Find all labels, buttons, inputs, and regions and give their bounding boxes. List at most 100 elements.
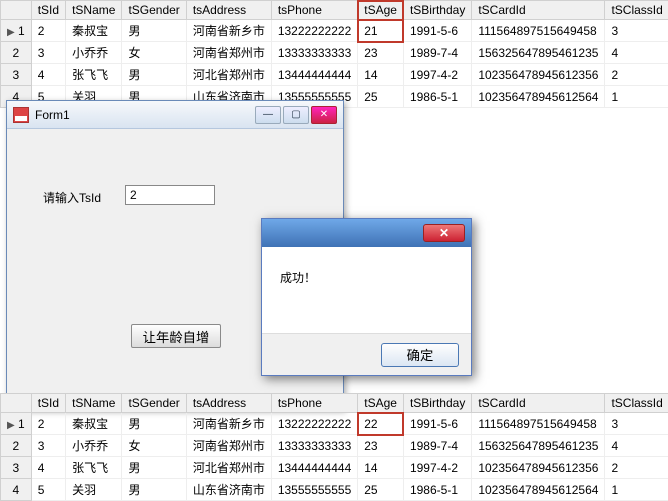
cell[interactable]: 3 bbox=[605, 413, 668, 435]
form1-titlebar[interactable]: Form1 — ▢ ✕ bbox=[7, 101, 343, 129]
cell[interactable]: 河北省郑州市 bbox=[186, 64, 271, 86]
cell[interactable]: 男 bbox=[122, 479, 186, 501]
cell[interactable]: 102356478945612356 bbox=[472, 457, 605, 479]
cell[interactable]: 4 bbox=[31, 457, 65, 479]
message-ok-button[interactable]: 确定 bbox=[381, 343, 459, 367]
cell[interactable]: 2 bbox=[31, 20, 65, 42]
cell[interactable]: 13222222222 bbox=[271, 20, 357, 42]
cell[interactable]: 1997-4-2 bbox=[403, 457, 471, 479]
table-row[interactable]: ▶ 12秦叔宝男河南省新乡市13222222222221991-5-611156… bbox=[1, 413, 668, 435]
column-header[interactable]: tsAddress bbox=[186, 1, 271, 20]
minimize-button[interactable]: — bbox=[255, 106, 281, 124]
cell[interactable]: 女 bbox=[122, 435, 186, 457]
cell[interactable]: 111564897515649458 bbox=[472, 413, 605, 435]
cell[interactable]: 1991-5-6 bbox=[403, 20, 471, 42]
cell[interactable]: 1986-5-1 bbox=[403, 86, 471, 108]
cell[interactable]: 女 bbox=[122, 42, 186, 64]
cell[interactable]: 111564897515649458 bbox=[472, 20, 605, 42]
column-header[interactable]: tSBirthday bbox=[403, 1, 471, 20]
cell[interactable]: 22 bbox=[358, 413, 404, 435]
close-button[interactable]: ✕ bbox=[311, 106, 337, 124]
cell[interactable]: 13444444444 bbox=[271, 457, 357, 479]
column-header[interactable]: tSGender bbox=[122, 1, 186, 20]
cell[interactable]: 山东省济南市 bbox=[186, 479, 271, 501]
cell[interactable]: 102356478945612564 bbox=[472, 86, 605, 108]
column-header[interactable]: tSCardId bbox=[472, 394, 605, 413]
column-header[interactable]: tSClassId bbox=[605, 1, 668, 20]
cell[interactable]: 男 bbox=[122, 413, 186, 435]
cell[interactable]: 102356478945612356 bbox=[472, 64, 605, 86]
cell[interactable]: 河南省郑州市 bbox=[186, 42, 271, 64]
message-titlebar[interactable]: ✕ bbox=[262, 219, 471, 247]
cell[interactable]: 1 bbox=[605, 86, 668, 108]
grid-before[interactable]: tSIdtSNametSGendertsAddresstsPhonetSAget… bbox=[0, 0, 668, 108]
column-header[interactable]: tsAddress bbox=[186, 394, 271, 413]
cell[interactable]: 3 bbox=[31, 42, 65, 64]
table-row[interactable]: 23小乔乔女河南省郑州市13333333333231989-7-41563256… bbox=[1, 435, 668, 457]
maximize-button[interactable]: ▢ bbox=[283, 106, 309, 124]
cell[interactable]: 河南省新乡市 bbox=[186, 413, 271, 435]
cell[interactable]: 张飞飞 bbox=[66, 64, 122, 86]
table-row[interactable]: 34张飞飞男河北省郑州市13444444444141997-4-21023564… bbox=[1, 457, 668, 479]
cell[interactable]: 关羽 bbox=[66, 479, 122, 501]
cell[interactable]: 25 bbox=[358, 86, 404, 108]
cell[interactable]: 1991-5-6 bbox=[403, 413, 471, 435]
column-header[interactable]: tSAge bbox=[358, 1, 404, 20]
cell[interactable]: 张飞飞 bbox=[66, 457, 122, 479]
cell[interactable]: 13555555555 bbox=[271, 479, 357, 501]
cell[interactable]: 秦叔宝 bbox=[66, 20, 122, 42]
column-header[interactable]: tsPhone bbox=[271, 394, 357, 413]
cell[interactable]: 21 bbox=[358, 20, 404, 42]
cell[interactable]: 5 bbox=[31, 479, 65, 501]
column-header[interactable]: tSBirthday bbox=[403, 394, 471, 413]
cell[interactable]: 男 bbox=[122, 20, 186, 42]
cell[interactable]: 3 bbox=[605, 20, 668, 42]
table-row[interactable]: 23小乔乔女河南省郑州市13333333333231989-7-41563256… bbox=[1, 42, 668, 64]
column-header[interactable]: tSId bbox=[31, 1, 65, 20]
column-header[interactable]: tSAge bbox=[358, 394, 404, 413]
cell[interactable]: 14 bbox=[358, 457, 404, 479]
cell[interactable]: 小乔乔 bbox=[66, 42, 122, 64]
cell[interactable]: 2 bbox=[31, 413, 65, 435]
cell[interactable]: 2 bbox=[605, 64, 668, 86]
column-header[interactable]: tsPhone bbox=[271, 1, 357, 20]
cell[interactable]: 14 bbox=[358, 64, 404, 86]
cell[interactable]: 156325647895461235 bbox=[472, 42, 605, 64]
cell[interactable]: 13333333333 bbox=[271, 435, 357, 457]
cell[interactable]: 河北省郑州市 bbox=[186, 457, 271, 479]
cell[interactable]: 23 bbox=[358, 435, 404, 457]
cell[interactable]: 男 bbox=[122, 64, 186, 86]
column-header[interactable]: tSGender bbox=[122, 394, 186, 413]
cell[interactable]: 3 bbox=[31, 435, 65, 457]
cell[interactable]: 1997-4-2 bbox=[403, 64, 471, 86]
cell[interactable]: 河南省郑州市 bbox=[186, 435, 271, 457]
cell[interactable]: 4 bbox=[31, 64, 65, 86]
cell[interactable]: 23 bbox=[358, 42, 404, 64]
cell[interactable]: 1 bbox=[605, 479, 668, 501]
cell[interactable]: 1989-7-4 bbox=[403, 435, 471, 457]
grid-after[interactable]: tSIdtSNametSGendertsAddresstsPhonetSAget… bbox=[0, 393, 668, 501]
cell[interactable]: 河南省新乡市 bbox=[186, 20, 271, 42]
cell[interactable]: 男 bbox=[122, 457, 186, 479]
increment-age-button[interactable]: 让年龄自增 bbox=[131, 324, 221, 348]
cell[interactable]: 102356478945612564 bbox=[472, 479, 605, 501]
table-row[interactable]: 34张飞飞男河北省郑州市13444444444141997-4-21023564… bbox=[1, 64, 668, 86]
cell[interactable]: 秦叔宝 bbox=[66, 413, 122, 435]
cell[interactable]: 13333333333 bbox=[271, 42, 357, 64]
cell[interactable]: 25 bbox=[358, 479, 404, 501]
cell[interactable]: 13222222222 bbox=[271, 413, 357, 435]
column-header[interactable]: tSCardId bbox=[472, 1, 605, 20]
cell[interactable]: 13444444444 bbox=[271, 64, 357, 86]
table-row[interactable]: ▶ 12秦叔宝男河南省新乡市13222222222211991-5-611156… bbox=[1, 20, 668, 42]
cell[interactable]: 1986-5-1 bbox=[403, 479, 471, 501]
cell[interactable]: 4 bbox=[605, 435, 668, 457]
column-header[interactable]: tSId bbox=[31, 394, 65, 413]
message-close-button[interactable]: ✕ bbox=[423, 224, 465, 242]
column-header[interactable]: tSName bbox=[66, 394, 122, 413]
cell[interactable]: 小乔乔 bbox=[66, 435, 122, 457]
cell[interactable]: 2 bbox=[605, 457, 668, 479]
cell[interactable]: 1989-7-4 bbox=[403, 42, 471, 64]
cell[interactable]: 156325647895461235 bbox=[472, 435, 605, 457]
cell[interactable]: 4 bbox=[605, 42, 668, 64]
column-header[interactable]: tSClassId bbox=[605, 394, 668, 413]
